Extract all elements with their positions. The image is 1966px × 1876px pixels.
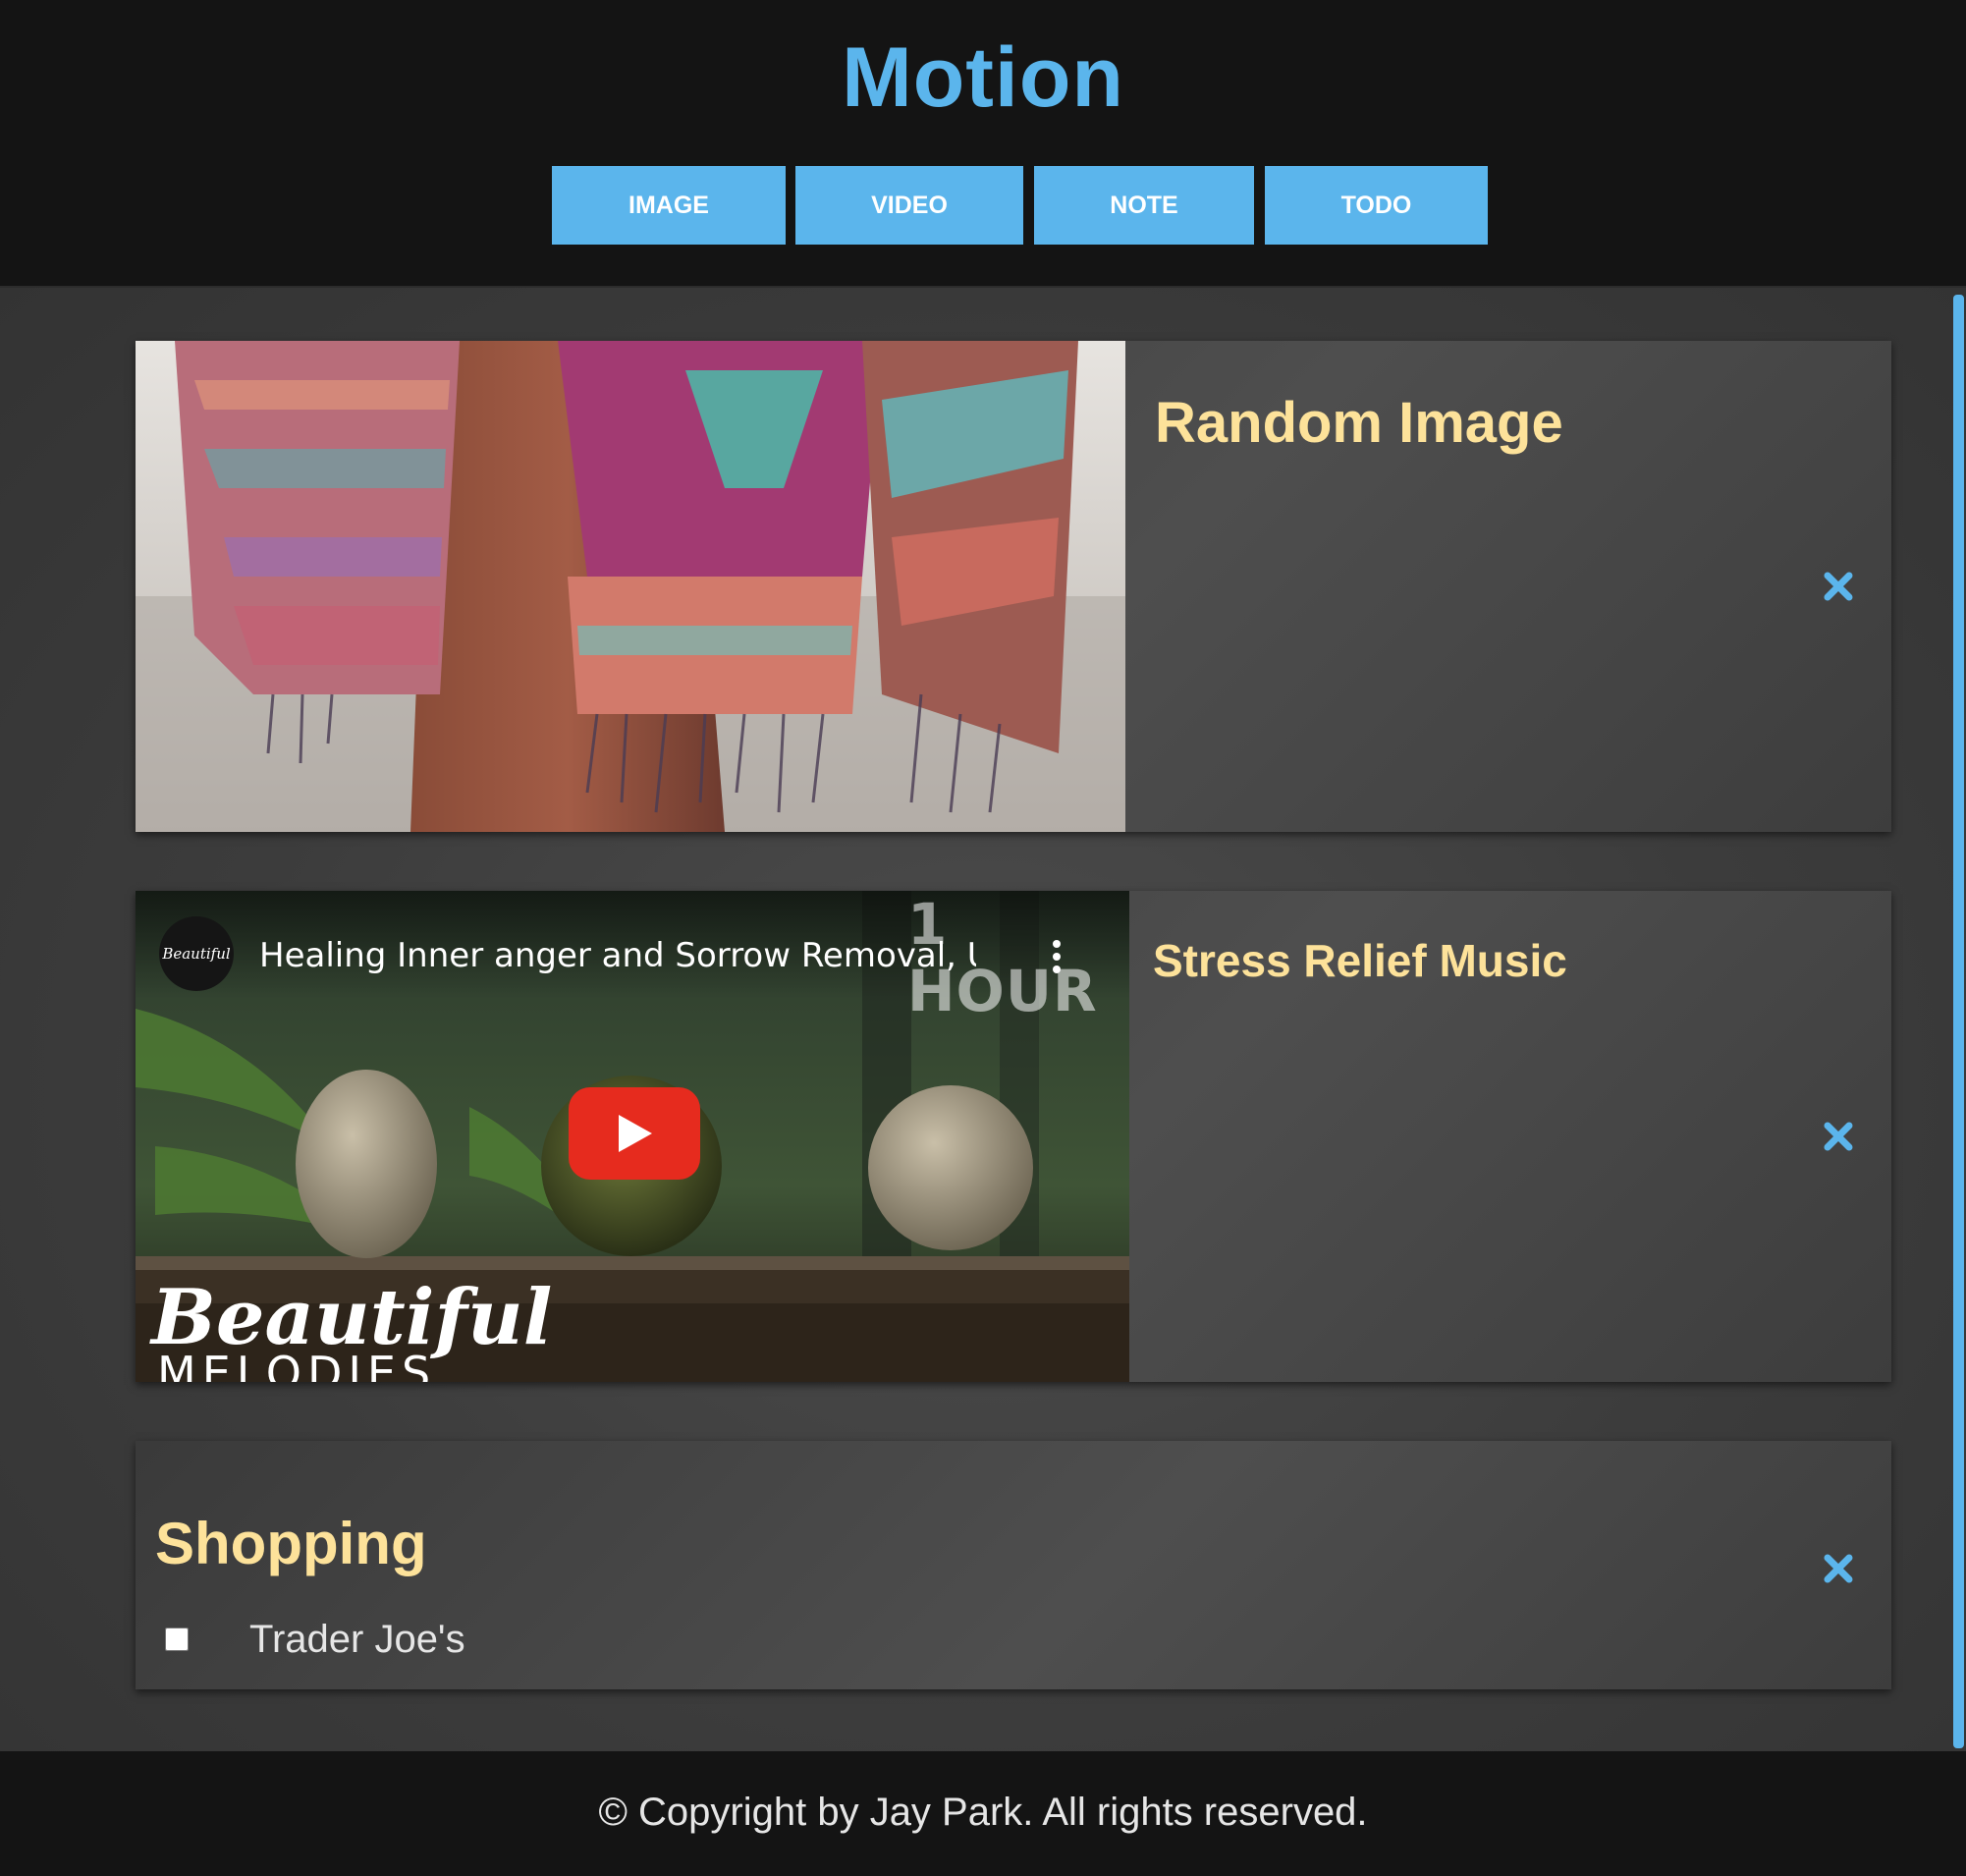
todo-item-label: Trader Joe's xyxy=(249,1618,465,1661)
page-header: Motion IMAGE VIDEO NOTE TODO xyxy=(0,0,1966,288)
channel-avatar[interactable]: Beautiful Melodies xyxy=(159,916,234,991)
scrollbar[interactable] xyxy=(1953,295,1964,1748)
page-footer: © Copyright by Jay Park. All rights rese… xyxy=(0,1751,1966,1876)
close-icon xyxy=(1824,572,1853,601)
woven-blanket-photo xyxy=(136,341,1125,832)
close-button[interactable] xyxy=(1815,563,1862,610)
todo-checkbox[interactable] xyxy=(165,1628,189,1651)
close-icon xyxy=(1824,1122,1853,1151)
copyright-text: © Copyright by Jay Park. All rights rese… xyxy=(598,1791,1368,1834)
play-button[interactable] xyxy=(569,1087,700,1180)
card-title: Shopping xyxy=(155,1511,427,1576)
video-card: Beautiful Melodies Healing Inner anger a… xyxy=(136,891,1891,1382)
more-options-icon[interactable] xyxy=(1051,938,1063,975)
brand-watermark: Beautiful xyxy=(151,1273,553,1362)
card-title: Random Image xyxy=(1155,391,1563,455)
todo-card: Shopping Trader Joe's xyxy=(136,1441,1891,1689)
video-player[interactable]: Beautiful Melodies Healing Inner anger a… xyxy=(136,891,1129,1382)
card-image xyxy=(136,341,1125,832)
image-card: Random Image xyxy=(136,341,1891,832)
logo: Motion xyxy=(842,30,1124,125)
card-title: Stress Relief Music xyxy=(1153,935,1567,986)
add-image-button[interactable]: IMAGE xyxy=(552,166,786,245)
close-button[interactable] xyxy=(1815,1113,1862,1160)
add-todo-button[interactable]: TODO xyxy=(1265,166,1488,245)
add-note-button[interactable]: NOTE xyxy=(1034,166,1254,245)
close-icon xyxy=(1824,1554,1853,1583)
play-icon xyxy=(619,1115,652,1152)
video-title[interactable]: Healing Inner anger and Sorrow Removal, … xyxy=(259,936,976,979)
close-button[interactable] xyxy=(1815,1545,1862,1592)
brand-watermark-sub: MELODIES xyxy=(157,1347,437,1382)
control-buttons: IMAGE VIDEO NOTE TODO xyxy=(0,166,1966,245)
duration-badge: 1 HOUR xyxy=(907,891,1098,1024)
add-video-button[interactable]: VIDEO xyxy=(795,166,1023,245)
